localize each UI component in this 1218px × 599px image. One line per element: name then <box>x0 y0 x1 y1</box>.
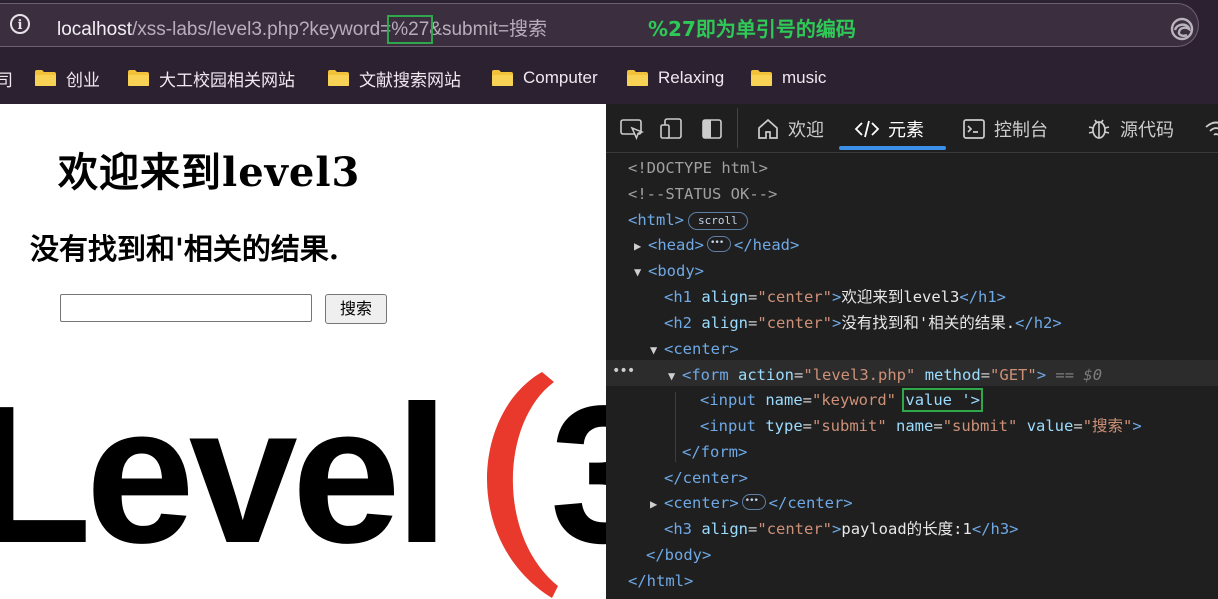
bookmark-folder-relaxing[interactable]: Relaxing <box>626 67 724 89</box>
web-page: 欢迎来到level3 没有找到和'相关的结果. 搜索 Level 3 <box>0 104 606 599</box>
dom-html-close[interactable]: </html> <box>628 569 693 593</box>
inspect-element-icon[interactable] <box>620 118 644 140</box>
dom-doctype[interactable]: <!DOCTYPE html> <box>628 156 768 180</box>
toolbar-separator <box>737 108 738 148</box>
dock-side-icon[interactable] <box>701 118 725 140</box>
tab-welcome[interactable]: 欢迎 <box>756 117 824 141</box>
collapsed-ellipsis-icon[interactable] <box>741 489 766 513</box>
bug-icon <box>1088 119 1110 139</box>
site-info-icon[interactable]: i <box>10 14 30 34</box>
url-path: /xss-labs/level3.php?keyword= <box>132 19 392 40</box>
indent-guide <box>675 392 676 462</box>
dom-form-open[interactable]: ▼ <form action="level3.php" method="GET">… <box>668 363 1102 387</box>
url-text[interactable]: localhost/xss-labs/level3.php?keyword=%2… <box>57 14 548 44</box>
bookmark-label: 创业 <box>66 70 100 90</box>
code-brackets-icon <box>854 120 880 138</box>
url-field[interactable]: i localhost/xss-labs/level3.php?keyword=… <box>0 3 1199 47</box>
tab-label: 欢迎 <box>788 120 824 140</box>
network-wifi-icon[interactable] <box>1204 118 1218 140</box>
level3-logo: Level 3 <box>0 365 606 598</box>
svg-text:Level: Level <box>0 365 443 584</box>
dom-html-open[interactable]: <html> scroll <box>628 208 748 232</box>
folder-icon <box>328 70 349 86</box>
tab-label: 元素 <box>888 120 924 140</box>
result-message: 没有找到和'相关的结果. <box>30 232 339 266</box>
dom-h3[interactable]: <h3 align="center">payload的长度:1</h3> <box>664 517 1019 541</box>
device-emulation-icon[interactable] <box>660 118 684 140</box>
dom-input-keyword[interactable]: <input name="keyword" value '> <box>700 388 984 412</box>
injected-value-highlight: value '> <box>902 388 984 412</box>
tab-label: 源代码 <box>1120 120 1174 140</box>
bookmark-folder-literature[interactable]: 文献搜索网站 <box>327 67 461 90</box>
url-query: &submit=搜索 <box>429 19 548 40</box>
url-highlight-box: %27 <box>387 15 434 44</box>
tab-console[interactable]: 控制台 <box>962 117 1048 141</box>
bookmark-folder-music[interactable]: music <box>750 67 826 89</box>
selected-marker: == $0 <box>1055 366 1103 384</box>
folder-icon <box>128 70 149 86</box>
expand-arrow-icon: ▶ <box>634 239 642 253</box>
collapse-arrow-icon: ▼ <box>650 343 658 357</box>
bookmark-folder-computer[interactable]: Computer <box>491 67 598 89</box>
bookmark-folder-campus[interactable]: 大工校园相关网站 <box>127 67 295 90</box>
collapse-arrow-icon: ▼ <box>634 265 642 279</box>
collapse-arrow-icon: ▼ <box>668 369 676 383</box>
folder-icon <box>627 70 648 86</box>
scroll-badge[interactable]: scroll <box>688 212 748 230</box>
url-host: localhost <box>57 19 132 40</box>
home-icon <box>758 118 778 139</box>
page-heading: 欢迎来到level3 <box>58 149 361 196</box>
dom-body-open[interactable]: ▼ <body> <box>634 259 704 283</box>
folder-icon <box>35 70 56 86</box>
dom-input-submit[interactable]: <input type="submit" name="submit" value… <box>700 414 1142 438</box>
dom-center-open[interactable]: ▼ <center> <box>650 337 739 361</box>
folder-icon <box>751 70 772 86</box>
tab-elements[interactable]: 元素 <box>854 117 924 141</box>
bookmark-folder-chuangye[interactable]: 创业 <box>34 67 100 90</box>
dom-head[interactable]: ▶<head></head> <box>634 231 799 257</box>
dom-h1[interactable]: <h1 align="center">欢迎来到level3</h1> <box>664 285 1006 309</box>
devtools-panel: 欢迎 元素 控制台 源代码 ••• <!DOCTYPE html> <!--ST… <box>606 104 1218 599</box>
console-icon <box>963 119 985 139</box>
active-tab-indicator <box>839 146 946 150</box>
svg-text:3: 3 <box>550 365 606 584</box>
devtools-toolbar: 欢迎 元素 控制台 源代码 <box>606 104 1218 153</box>
tab-label: 控制台 <box>994 120 1048 140</box>
browser-profile-icon[interactable] <box>1170 17 1194 41</box>
tab-sources[interactable]: 源代码 <box>1086 117 1174 141</box>
bookmark-label: 文献搜索网站 <box>359 70 461 90</box>
bookmark-label: 大工校园相关网站 <box>159 70 295 90</box>
bookmark-label: 司 <box>0 70 13 90</box>
collapsed-ellipsis-icon[interactable] <box>707 231 731 255</box>
bookmark-label: music <box>782 68 827 87</box>
dom-h2[interactable]: <h2 align="center">没有找到和'相关的结果.</h2> <box>664 311 1062 335</box>
dom-form-close[interactable]: </form> <box>682 440 747 464</box>
address-bar: i localhost/xss-labs/level3.php?keyword=… <box>0 0 1218 52</box>
keyword-input[interactable] <box>60 294 312 322</box>
bookmark-label: Relaxing <box>658 68 725 87</box>
bookmarks-bar: 司 创业 大工校园相关网站 文献搜索网站 Computer Relaxing m… <box>0 52 1218 104</box>
dom-center-close[interactable]: </center> <box>664 466 748 490</box>
dom-body-close[interactable]: </body> <box>646 543 711 567</box>
dom-center-collapsed[interactable]: ▶<center></center> <box>650 489 853 515</box>
search-button[interactable]: 搜索 <box>325 294 387 324</box>
dom-comment[interactable]: <!--STATUS OK--> <box>628 182 777 206</box>
expand-arrow-icon: ▶ <box>650 497 658 511</box>
annotation-text: %27即为单引号的编码 <box>648 17 856 41</box>
bookmark-label: Computer <box>523 68 598 87</box>
node-actions-icon[interactable]: ••• <box>612 363 635 379</box>
folder-icon <box>492 70 513 86</box>
bookmark-item[interactable]: 司 <box>0 67 13 90</box>
